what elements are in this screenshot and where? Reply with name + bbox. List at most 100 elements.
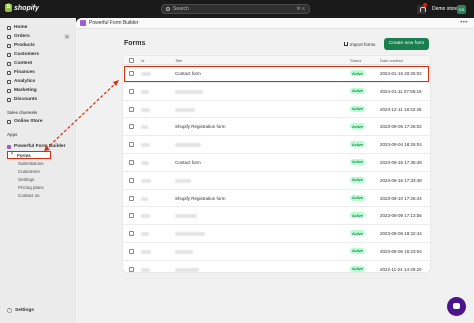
sidebar-item-label: Orders xyxy=(14,34,30,39)
more-icon[interactable]: ••• xyxy=(460,20,468,26)
sidebar-item-app[interactable]: Powerful Form Builder xyxy=(4,142,72,151)
subnav-item-settings[interactable]: Settings xyxy=(7,175,72,183)
tag-icon xyxy=(7,43,11,48)
apps-label: Apps xyxy=(7,132,18,137)
row-checkbox[interactable] xyxy=(129,124,134,130)
app-logo-icon xyxy=(80,20,86,26)
row-checkbox[interactable] xyxy=(129,142,134,148)
sidebar-item-products[interactable]: Products xyxy=(4,41,72,50)
sidebar-item-label: Discounts xyxy=(14,97,38,102)
subnav-item-forms[interactable]: Forms xyxy=(7,151,51,159)
redacted-title xyxy=(175,267,199,272)
chat-icon[interactable] xyxy=(447,297,466,316)
date-created: 2023-08-06 18:22:44 xyxy=(380,231,422,237)
sidebar-item-settings[interactable]: Settings xyxy=(7,308,34,313)
sidebar-item-label: Customers xyxy=(14,52,40,57)
store-name[interactable]: Demo store xyxy=(432,6,458,12)
select-all-checkbox[interactable] xyxy=(129,58,134,63)
orders-icon xyxy=(7,34,11,39)
sidebar-item-discounts[interactable]: Discounts xyxy=(4,95,72,104)
table-header: Id Title Status Date created xyxy=(123,56,430,65)
column-header-status[interactable]: Status xyxy=(350,58,361,63)
avatar[interactable]: DS xyxy=(457,5,466,14)
top-bar: shopify Search ⌘ K Demo store DS xyxy=(0,0,474,18)
row-checkbox[interactable] xyxy=(129,71,134,76)
sidebar-item-label: Products xyxy=(14,43,35,48)
row-checkbox[interactable] xyxy=(129,106,134,112)
home-icon xyxy=(7,25,11,30)
status-badge: Active xyxy=(350,87,365,94)
row-checkbox[interactable] xyxy=(129,248,134,254)
subnav-item-customers[interactable]: Customers xyxy=(7,167,72,175)
form-title[interactable]: Contact form xyxy=(175,71,201,76)
import-forms-button[interactable]: Import forms xyxy=(344,39,375,49)
sidebar-item-online-store[interactable]: Online Store xyxy=(4,117,72,126)
column-header-title[interactable]: Title xyxy=(175,58,182,63)
status-badge: Active xyxy=(350,123,365,130)
subnav-item-pricing-plans[interactable]: Pricing plans xyxy=(7,183,72,191)
sidebar-item-label: Home xyxy=(14,25,28,30)
row-checkbox[interactable] xyxy=(129,177,134,183)
shopify-logo[interactable]: shopify xyxy=(5,4,39,12)
create-new-form-button[interactable]: Create new form xyxy=(384,38,429,50)
row-checkbox[interactable] xyxy=(129,195,134,201)
status-badge: Active xyxy=(350,194,365,201)
discount-icon xyxy=(7,97,11,102)
form-title[interactable]: Shopify Registration form xyxy=(175,196,226,201)
gear-icon xyxy=(7,308,12,313)
subnav-item-submissions[interactable]: Submissions xyxy=(7,159,72,167)
form-title[interactable]: Contact form xyxy=(175,160,201,165)
sidebar-item-marketing[interactable]: Marketing xyxy=(4,86,72,95)
row-checkbox[interactable] xyxy=(129,266,134,272)
table-row[interactable]: Contact form Active 2023-08-16 17:35:49 xyxy=(123,154,430,172)
bank-icon xyxy=(7,70,11,75)
redacted-title xyxy=(175,178,191,183)
form-title[interactable]: Shopify Registration form xyxy=(175,124,226,129)
redacted-id xyxy=(141,89,149,94)
row-checkbox[interactable] xyxy=(129,231,134,237)
table-row[interactable]: Shopify Registration form Active 2023-08-1… xyxy=(123,190,430,208)
table-row[interactable]: Active 2023-08-09 17:13:56 xyxy=(123,207,430,226)
column-header-id[interactable]: Id xyxy=(141,58,144,63)
redacted-id xyxy=(141,107,150,112)
table-row[interactable]: Active 2024-01-11 07:55:18 xyxy=(123,83,430,101)
row-checkbox[interactable] xyxy=(129,88,134,94)
search-icon xyxy=(166,7,170,11)
table-row[interactable]: Contact form Active 2024-01-16 20:26:02 xyxy=(123,65,430,83)
search-shortcut: ⌘ K xyxy=(296,6,305,11)
sidebar-item-analytics[interactable]: Analytics xyxy=(4,77,72,86)
main-content: Powerful Form Builder ••• Forms Import f… xyxy=(76,18,474,323)
sidebar-item-finances[interactable]: Finances xyxy=(4,68,72,77)
date-created: 2023-09-04 18:26:04 xyxy=(380,142,422,148)
app-header: Powerful Form Builder ••• xyxy=(76,18,474,29)
table-row[interactable]: Active 2022-11-24 14:49:20 xyxy=(123,261,430,279)
redacted-id xyxy=(141,160,149,165)
redacted-id xyxy=(141,214,150,219)
date-created: 2023-12-11 18:42:26 xyxy=(380,106,422,112)
row-checkbox[interactable] xyxy=(129,213,134,219)
content-icon xyxy=(7,61,11,66)
table-row[interactable]: Active 2023-12-11 18:42:26 xyxy=(123,101,430,119)
table-row[interactable]: Shopify Registration form Active 2023-09-0… xyxy=(123,118,430,137)
redacted-id xyxy=(141,196,148,201)
redacted-title xyxy=(175,232,205,237)
search-placeholder: Search xyxy=(173,6,189,12)
sidebar-item-customers[interactable]: Customers xyxy=(4,50,72,59)
sidebar-item-home[interactable]: Home xyxy=(4,23,72,32)
table-row[interactable]: Active 2023-08-16 17:33:48 xyxy=(123,172,430,190)
row-checkbox[interactable] xyxy=(129,159,134,165)
table-row[interactable]: Active 2023-08-06 15:23:04 xyxy=(123,243,430,261)
column-header-date[interactable]: Date created xyxy=(380,58,403,63)
sidebar-item-label: Settings xyxy=(15,308,34,313)
table-row[interactable]: Active 2023-08-06 18:22:44 xyxy=(123,225,430,243)
search-input[interactable]: Search ⌘ K xyxy=(161,4,310,14)
status-badge: Active xyxy=(350,230,365,237)
table-row[interactable]: Active 2023-09-04 18:26:04 xyxy=(123,136,430,154)
sidebar-item-content[interactable]: Content xyxy=(4,59,72,68)
redacted-title xyxy=(175,89,203,94)
app-subnav: FormsSubmissionsCustomersSettingsPricing… xyxy=(7,151,72,199)
sidebar-item-orders[interactable]: Orders 3 xyxy=(4,32,72,41)
sidebar-nav: Home Orders 3 Products Customers Content Finan… xyxy=(4,23,72,104)
brand-name: shopify xyxy=(14,4,39,12)
subnav-item-contact-us[interactable]: Contact us xyxy=(7,191,72,199)
